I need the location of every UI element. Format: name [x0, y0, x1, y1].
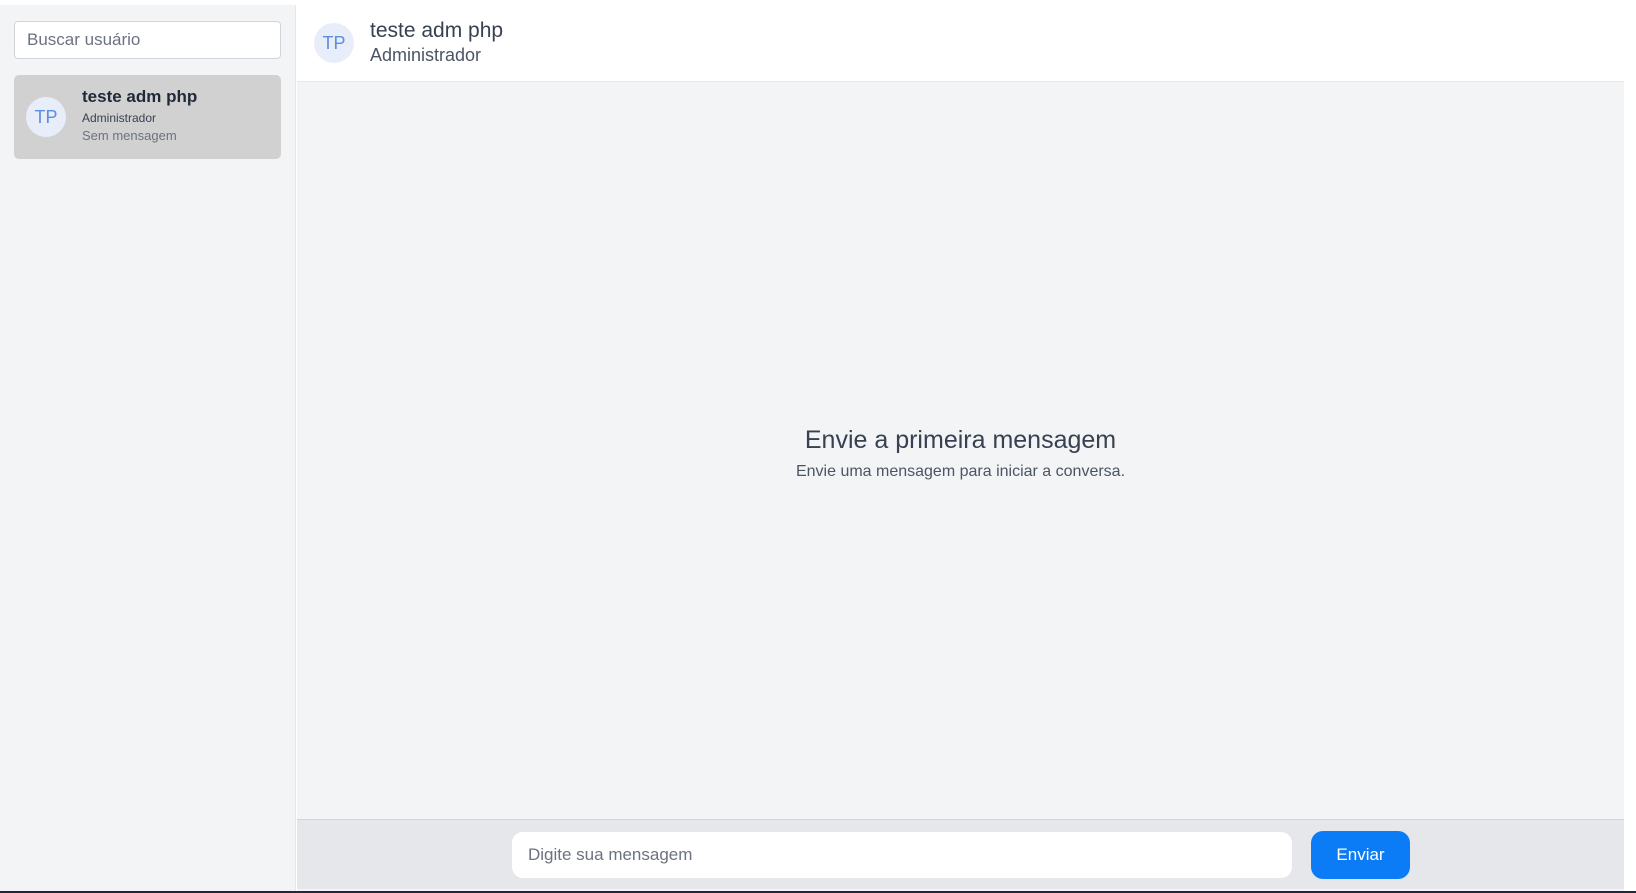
search-user-input[interactable] — [14, 21, 281, 59]
chat-header: TP teste adm php Administrador — [297, 5, 1624, 82]
header-user-role: Administrador — [370, 45, 482, 65]
header-avatar: TP — [314, 23, 354, 63]
contact-role: Administrador — [82, 111, 157, 125]
right-gutter — [1624, 0, 1636, 891]
empty-conversation: Envie a primeira mensagem Envie uma mens… — [297, 82, 1624, 824]
empty-state-title: Envie a primeira mensagem — [804, 425, 1117, 454]
send-button[interactable]: Enviar — [1311, 831, 1410, 879]
empty-state-subtitle: Envie uma mensagem para iniciar a conver… — [795, 462, 1126, 480]
message-input[interactable] — [511, 831, 1293, 879]
chat-app: TP teste adm php Administrador Sem mensa… — [0, 0, 1636, 893]
header-user-name: teste adm php — [370, 19, 504, 42]
message-composer: Enviar — [297, 819, 1624, 889]
contact-list-item[interactable]: TP teste adm php Administrador Sem mensa… — [14, 75, 281, 159]
contact-last-message: Sem mensagem — [82, 128, 177, 143]
contact-name: teste adm php — [82, 87, 198, 106]
contact-avatar: TP — [26, 97, 66, 137]
chat-panel: TP teste adm php Administrador Envie a p… — [297, 5, 1624, 893]
sidebar: TP teste adm php Administrador Sem mensa… — [0, 5, 296, 893]
